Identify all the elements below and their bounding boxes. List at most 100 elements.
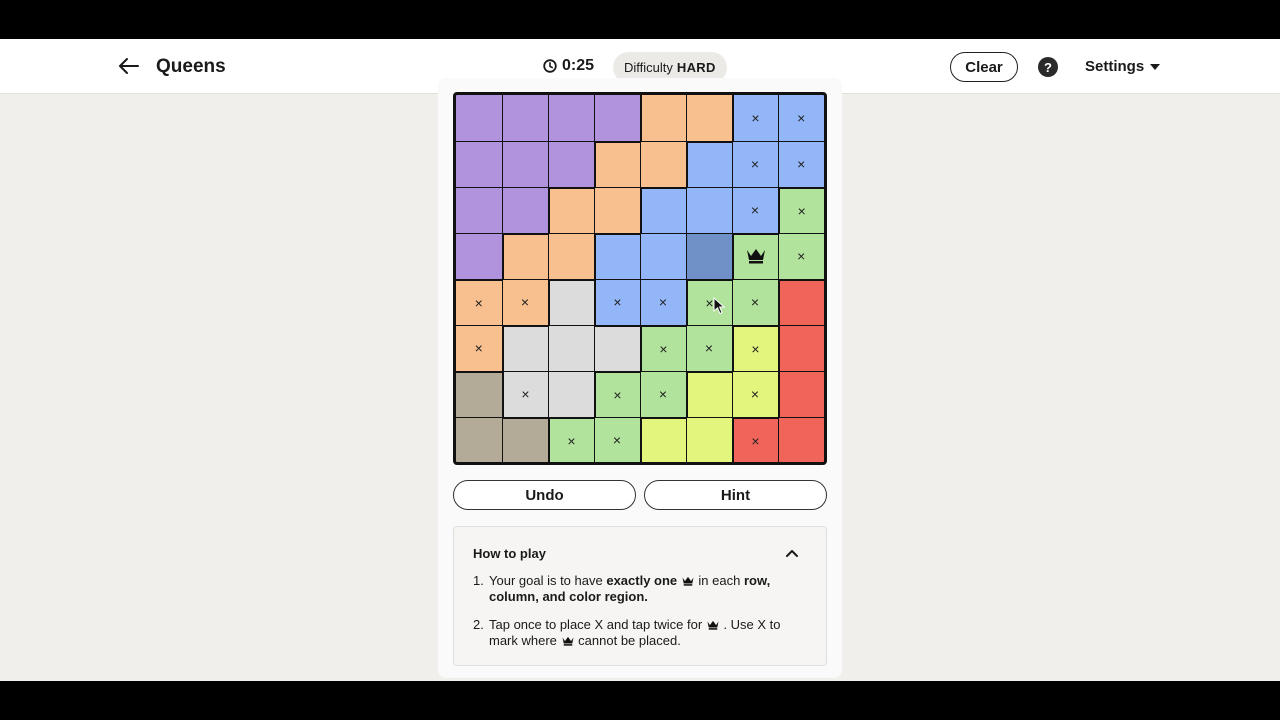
- x-mark-icon: ×: [612, 432, 622, 449]
- help-icon[interactable]: ?: [1038, 57, 1058, 77]
- back-arrow-icon[interactable]: [116, 53, 142, 79]
- board-cell-r4c3[interactable]: [548, 233, 594, 279]
- board-cell-r7c4[interactable]: ×: [595, 372, 640, 417]
- x-mark-icon: ×: [797, 202, 806, 219]
- board-cell-r1c4[interactable]: [594, 95, 640, 141]
- board-cell-r4c1[interactable]: [456, 233, 502, 279]
- board-cell-r8c3[interactable]: ×: [549, 418, 594, 462]
- board-cell-r2c8[interactable]: ×: [778, 141, 824, 187]
- board-cell-r4c7[interactable]: [733, 234, 778, 279]
- x-mark-icon: ×: [751, 432, 760, 449]
- board-cell-r7c1[interactable]: [456, 372, 502, 417]
- board-cell-r8c5[interactable]: [641, 418, 686, 462]
- x-mark-icon: ×: [705, 294, 714, 311]
- x-mark-icon: ×: [750, 386, 760, 402]
- board-cell-r3c4[interactable]: [594, 187, 640, 233]
- x-mark-icon: ×: [751, 340, 760, 357]
- board-cell-r1c2[interactable]: [502, 95, 548, 141]
- board-cell-r2c2[interactable]: [502, 141, 548, 187]
- x-mark-icon: ×: [658, 294, 668, 310]
- queen-icon: [682, 576, 694, 586]
- board-cell-r7c6[interactable]: [687, 372, 732, 417]
- board-cell-r8c2[interactable]: [502, 418, 548, 462]
- x-mark-icon: ×: [797, 248, 806, 264]
- letterbox-top: [0, 0, 1280, 39]
- board-cell-r4c6[interactable]: [686, 233, 732, 279]
- board-cell-r4c8[interactable]: ×: [778, 233, 824, 279]
- x-mark-icon: ×: [474, 340, 483, 356]
- clock-icon: [543, 59, 557, 73]
- board-cell-r1c6[interactable]: [686, 95, 732, 141]
- clear-button[interactable]: Clear: [950, 52, 1018, 82]
- board-cell-r7c8[interactable]: [779, 371, 824, 417]
- timer-value: 0:25: [562, 57, 595, 74]
- board-cell-r1c1[interactable]: [456, 95, 502, 141]
- list-item: 1. Your goal is to have exactly one in e…: [473, 573, 771, 604]
- board-cell-r3c7[interactable]: ×: [732, 187, 778, 233]
- board-cell-r2c4[interactable]: [595, 142, 640, 187]
- board-cell-r3c2[interactable]: [502, 187, 548, 233]
- x-mark-icon: ×: [613, 294, 622, 310]
- board-cell-r3c3[interactable]: [549, 188, 594, 233]
- board-cell-r1c8[interactable]: ×: [778, 95, 824, 141]
- board-cell-r8c6[interactable]: [686, 417, 732, 462]
- board-cell-r5c4[interactable]: ×: [595, 279, 640, 325]
- settings-dropdown[interactable]: Settings: [1085, 58, 1161, 75]
- settings-label: Settings: [1085, 58, 1145, 75]
- board-cell-r7c7[interactable]: ×: [732, 371, 778, 417]
- letterbox-bottom: [0, 681, 1280, 720]
- board-cell-r3c6[interactable]: [686, 187, 732, 233]
- board-cell-r8c1[interactable]: [456, 417, 502, 462]
- difficulty-value: HARD: [676, 60, 716, 75]
- board-cell-r3c8[interactable]: ×: [779, 188, 824, 233]
- board-cell-r7c2[interactable]: ×: [503, 371, 548, 417]
- board-cell-r5c6[interactable]: ×: [687, 280, 732, 325]
- board-cell-r5c8[interactable]: [779, 280, 824, 325]
- page-title: Queens: [156, 56, 226, 77]
- x-mark-icon: ×: [520, 294, 530, 310]
- board-cell-r4c4[interactable]: [595, 234, 640, 279]
- hint-button[interactable]: Hint: [644, 480, 827, 510]
- x-mark-icon: ×: [474, 294, 483, 311]
- board-cell-r2c3[interactable]: [548, 141, 594, 187]
- board-cell-r5c3[interactable]: [549, 280, 594, 325]
- board-cell-r6c1[interactable]: ×: [456, 325, 502, 371]
- x-mark-icon: ×: [750, 156, 760, 172]
- board-cell-r1c3[interactable]: [548, 95, 594, 141]
- chevron-up-icon[interactable]: [784, 546, 800, 560]
- board-cell-r6c3[interactable]: [548, 325, 594, 371]
- board-cell-r5c7[interactable]: ×: [732, 279, 778, 325]
- x-mark-icon: ×: [567, 432, 576, 449]
- board-cell-r5c2[interactable]: ×: [502, 279, 548, 325]
- board-cell-r1c7[interactable]: ×: [733, 95, 778, 141]
- board-cell-r5c5[interactable]: ×: [640, 279, 686, 325]
- board-cell-r4c2[interactable]: [503, 234, 548, 279]
- board-cell-r8c8[interactable]: [778, 417, 824, 462]
- board-cell-r8c4[interactable]: ×: [594, 417, 640, 462]
- x-mark-icon: ×: [658, 386, 668, 402]
- board-cell-r6c5[interactable]: ×: [641, 326, 686, 371]
- board-cell-r8c7[interactable]: ×: [733, 418, 778, 462]
- board-cell-r2c6[interactable]: [687, 142, 732, 187]
- x-mark-icon: ×: [704, 340, 714, 356]
- board-cell-r2c7[interactable]: ×: [732, 141, 778, 187]
- board-cell-r6c2[interactable]: [503, 326, 548, 371]
- board-cell-r2c1[interactable]: [456, 141, 502, 187]
- board-cell-r3c5[interactable]: [641, 188, 686, 233]
- undo-button[interactable]: Undo: [453, 480, 636, 510]
- board-cell-r6c7[interactable]: ×: [733, 326, 778, 371]
- board-cell-r3c1[interactable]: [456, 187, 502, 233]
- queen-icon: [562, 636, 574, 646]
- board-cell-r2c5[interactable]: [640, 141, 686, 187]
- board-cell-r4c5[interactable]: [640, 233, 686, 279]
- board-cell-r5c1[interactable]: ×: [456, 280, 502, 325]
- board-cell-r6c4[interactable]: [594, 326, 640, 371]
- board-cell-r6c6[interactable]: ×: [686, 325, 732, 371]
- board-cell-r7c5[interactable]: ×: [640, 371, 686, 417]
- how-to-play-title: How to play: [473, 546, 546, 561]
- board-cell-r7c3[interactable]: [548, 371, 594, 417]
- x-mark-icon: ×: [613, 386, 622, 403]
- board-cell-r1c5[interactable]: [641, 95, 686, 141]
- x-mark-icon: ×: [750, 202, 760, 218]
- board-cell-r6c8[interactable]: [779, 325, 824, 371]
